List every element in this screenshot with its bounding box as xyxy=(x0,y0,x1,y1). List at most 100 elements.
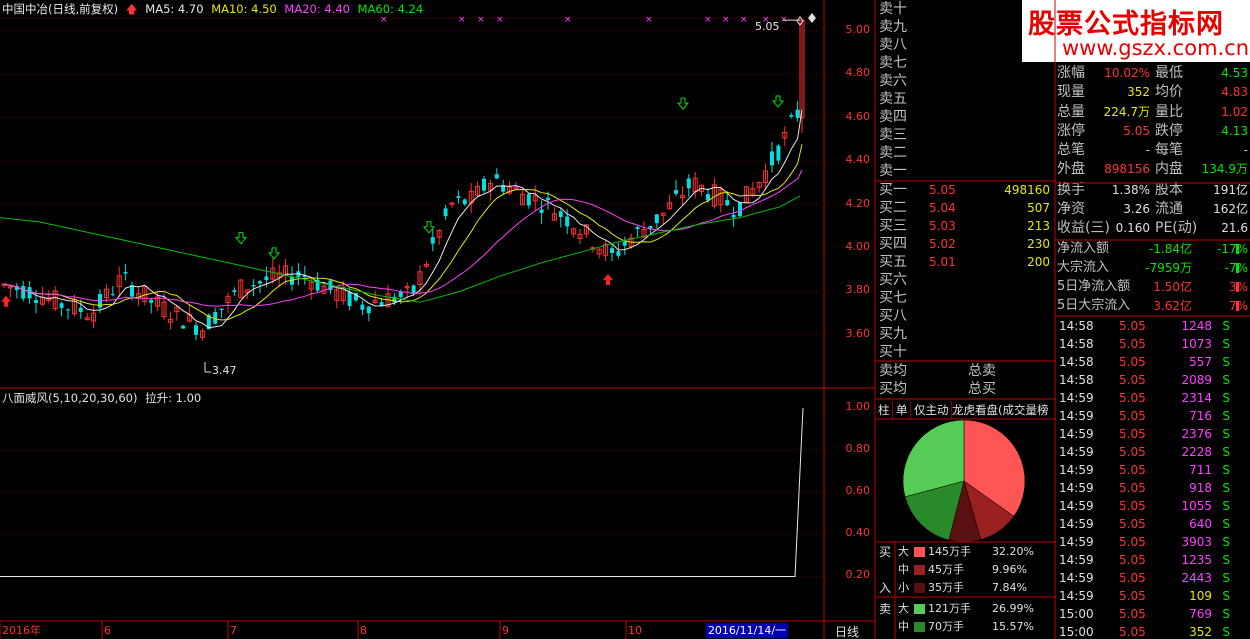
tick-row[interactable]: 14:59 5.05 640 S xyxy=(1057,515,1250,533)
tick-row[interactable]: 14:58 5.05 1073 S xyxy=(1057,335,1250,353)
tick-time: 14:58 xyxy=(1059,337,1094,351)
date-tick: 9 xyxy=(502,624,509,637)
tick-row[interactable]: 14:59 5.05 1055 S xyxy=(1057,497,1250,515)
sell-level-label: 卖八 xyxy=(879,37,907,53)
period-label[interactable]: 日线 xyxy=(835,623,859,639)
legend-size: 大 xyxy=(898,545,909,558)
stat-value: 5.05 xyxy=(1123,124,1150,138)
tick-row[interactable]: 14:59 5.05 1235 S xyxy=(1057,551,1250,569)
buy-side-label: 买 xyxy=(879,545,892,559)
buy-level-volume: 213 xyxy=(1027,219,1050,233)
stat-value-2: 1.02 xyxy=(1221,105,1248,119)
stat-label-2: 最低 xyxy=(1155,65,1183,81)
legend-row: 大 145万手 32.20% xyxy=(878,543,1056,561)
tick-row[interactable]: 14:58 5.05 1248 S xyxy=(1057,317,1250,335)
kline-chart[interactable]: × × × × × × × × × × × xyxy=(0,0,876,639)
legend-percent: 32.20% xyxy=(992,545,1034,558)
tick-price: 5.05 xyxy=(1119,499,1146,513)
stat-value: 224.7万 xyxy=(1103,105,1150,119)
tick-row[interactable]: 14:59 5.05 2376 S xyxy=(1057,425,1250,443)
tick-row[interactable]: 14:59 5.05 2228 S xyxy=(1057,443,1250,461)
legend-percent: 26.99% xyxy=(992,602,1034,615)
legend-swatch xyxy=(914,565,925,575)
legend-percent: 7.84% xyxy=(992,581,1027,594)
buy-level-row: 买九 xyxy=(879,325,1054,343)
flow-percent: 3% xyxy=(1228,280,1248,294)
buy-avg-row: 买均 总买 xyxy=(879,380,1054,398)
total-buy-label: 总买 xyxy=(968,381,996,397)
tick-row[interactable]: 14:59 5.05 2314 S xyxy=(1057,389,1250,407)
tick-volume: 2443 xyxy=(1181,571,1212,585)
tab-bar[interactable]: 柱 xyxy=(876,401,893,419)
buy-level-label: 买七 xyxy=(879,290,907,306)
buy-level-label: 买六 xyxy=(879,272,907,288)
tick-side: S xyxy=(1222,409,1230,423)
legend-amount: 35万手 xyxy=(928,581,964,594)
stat-label: 涨幅 xyxy=(1057,65,1085,81)
flow-percent: -17% xyxy=(1216,242,1248,256)
tick-time: 14:59 xyxy=(1059,535,1094,549)
legend-row: 中 45万手 9.96% xyxy=(878,561,1056,579)
tick-price: 5.05 xyxy=(1119,427,1146,441)
tick-price: 5.05 xyxy=(1119,589,1146,603)
flow-row: 5日大宗流入 3.62亿 7% xyxy=(1057,297,1250,315)
date-tick: 7 xyxy=(230,624,237,637)
stat-value-2: 134.9万 xyxy=(1201,162,1248,176)
buy-level-row: 买三 5.03 213 xyxy=(879,217,1054,235)
date-cursor: 2016/11/14/一 xyxy=(706,623,788,638)
buy-level-price: 5.01 xyxy=(929,255,956,269)
watermark-logo: 股票公式指标网 www.gszx.com.cn xyxy=(1022,0,1250,62)
buy-level-row: 买七 xyxy=(879,289,1054,307)
price-tick: 3.80 xyxy=(845,283,871,297)
buy-level-row: 买五 5.01 200 xyxy=(879,253,1054,271)
tick-row[interactable]: 14:59 5.05 2443 S xyxy=(1057,569,1250,587)
tick-time: 14:59 xyxy=(1059,553,1094,567)
legend-swatch xyxy=(914,604,925,614)
tab-active-only[interactable]: 仅主动 xyxy=(912,401,952,419)
indicator-tick: 0.80 xyxy=(845,442,871,456)
tick-row[interactable]: 14:58 5.05 2089 S xyxy=(1057,371,1250,389)
sell-level-row: 卖六 xyxy=(879,72,1054,90)
indicator-tick: 0.20 xyxy=(845,568,871,582)
price-tick: 4.80 xyxy=(845,66,871,80)
stat-row: 涨幅 10.02% 最低 4.53 xyxy=(1057,64,1250,83)
tick-row[interactable]: 14:59 5.05 918 S xyxy=(1057,479,1250,497)
buy-level-row: 买六 xyxy=(879,271,1054,289)
indicator-tick: 1.00 xyxy=(845,400,871,413)
sell-avg-label: 卖均 xyxy=(879,363,907,379)
tick-row[interactable]: 14:59 5.05 716 S xyxy=(1057,407,1250,425)
signal-marker: × xyxy=(645,15,653,25)
flow-row: 净流入额 -1.84亿 -17% xyxy=(1057,240,1250,258)
tick-row[interactable]: 14:58 5.05 557 S xyxy=(1057,353,1250,371)
signal-marker: × xyxy=(477,15,485,25)
tick-price: 5.05 xyxy=(1119,607,1146,621)
flow-value: -1.84亿 xyxy=(1148,242,1192,256)
buy-level-price: 5.02 xyxy=(929,237,956,251)
sell-level-label: 卖一 xyxy=(879,163,907,179)
tick-volume: 1055 xyxy=(1181,499,1212,513)
tick-row[interactable]: 14:59 5.05 711 S xyxy=(1057,461,1250,479)
tick-side: S xyxy=(1222,337,1230,351)
low-annotation: 3.47 xyxy=(212,364,237,377)
sell-level-label: 卖五 xyxy=(879,91,907,107)
tick-price: 5.05 xyxy=(1119,337,1146,351)
tick-volume: 711 xyxy=(1189,463,1212,477)
tick-row[interactable]: 15:00 5.05 352 S xyxy=(1057,623,1250,639)
tick-side: S xyxy=(1222,391,1230,405)
tick-row[interactable]: 14:59 5.05 109 S xyxy=(1057,587,1250,605)
buy-level-row: 买八 xyxy=(879,307,1054,325)
stat-value-2: 162亿 xyxy=(1213,202,1248,216)
tick-volume: 1235 xyxy=(1181,553,1212,567)
flow-label: 大宗流入 xyxy=(1057,260,1110,275)
tick-volume: 352 xyxy=(1189,625,1212,639)
tick-row[interactable]: 15:00 5.05 769 S xyxy=(1057,605,1250,623)
sell-level-label: 卖四 xyxy=(879,109,907,125)
price-tick: 3.60 xyxy=(845,326,871,340)
high-annotation: 5.05 xyxy=(755,20,780,33)
legend-amount: 45万手 xyxy=(928,563,964,576)
capital-pie-chart xyxy=(902,419,1026,543)
tab-dragon-tiger[interactable]: 龙虎看盘(成交量榜 xyxy=(950,401,1051,419)
tab-single[interactable]: 单 xyxy=(894,401,911,419)
tick-row[interactable]: 14:59 5.05 3903 S xyxy=(1057,533,1250,551)
stat-label-2: 股本 xyxy=(1155,182,1183,198)
